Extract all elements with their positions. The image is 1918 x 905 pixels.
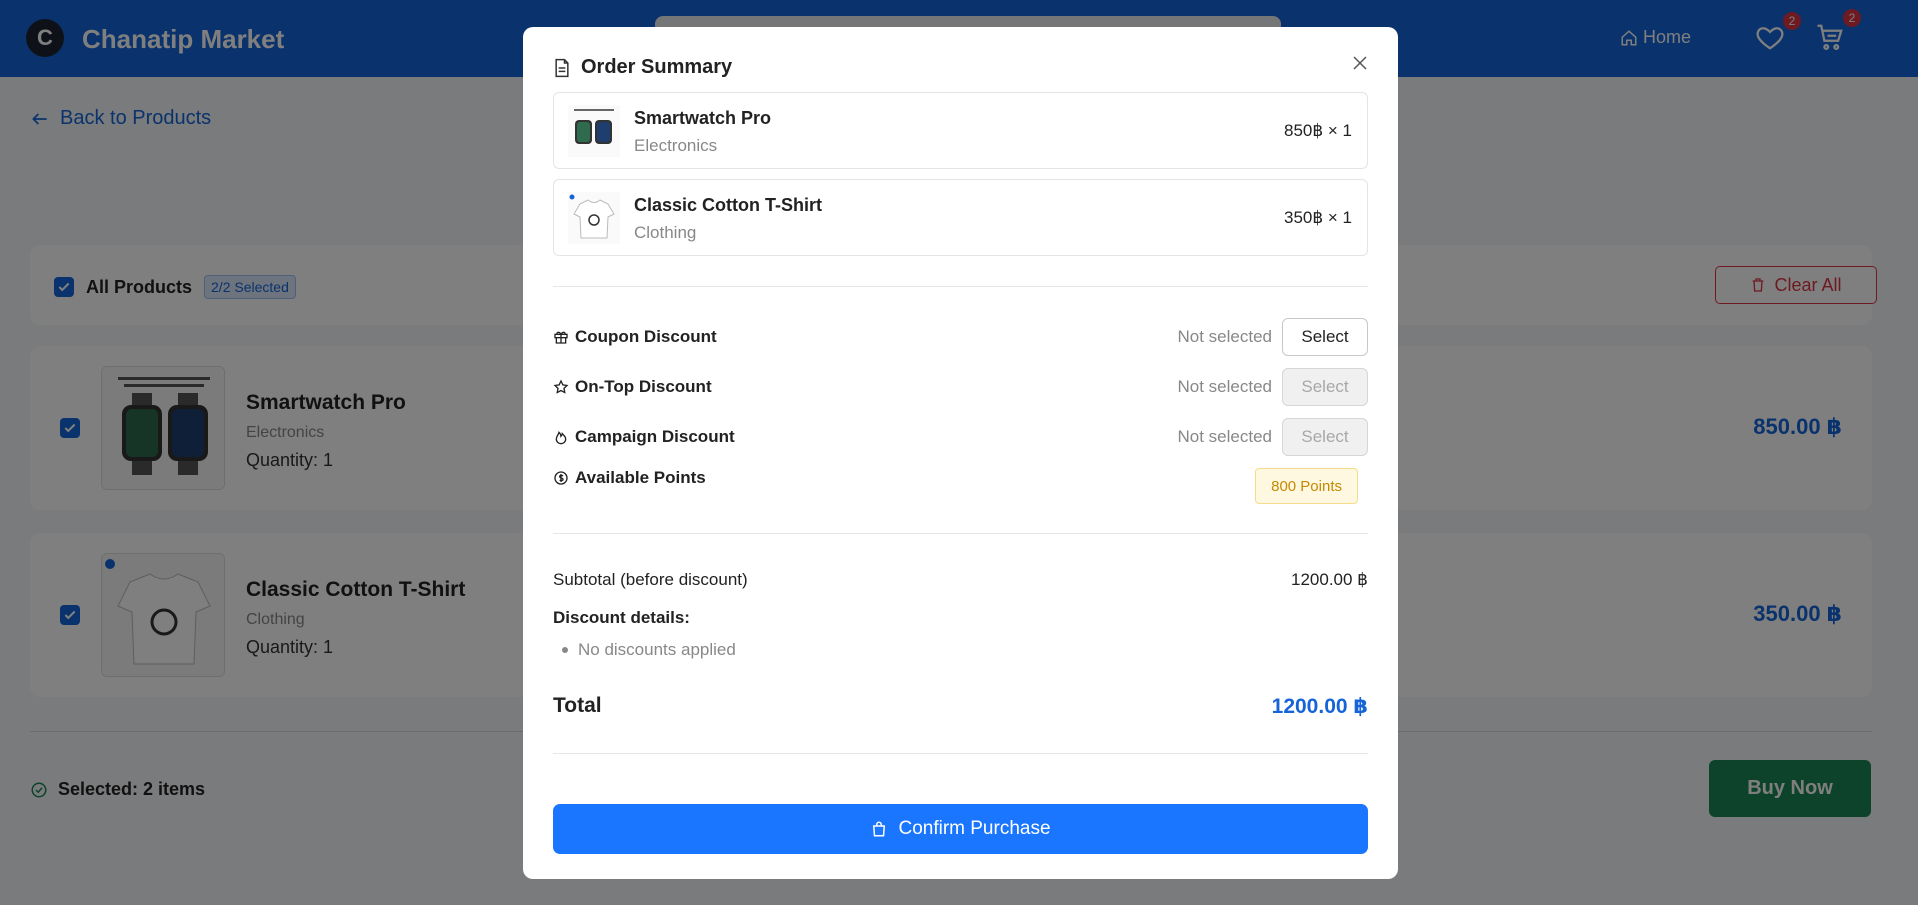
summary-item-name: Smartwatch Pro (634, 108, 772, 128)
discount-details-item: No discounts applied (562, 640, 736, 659)
modal-title-text: Order Summary (581, 56, 733, 78)
summary-item-price: 350฿ × 1 (1283, 208, 1352, 227)
summary-item-category: Clothing (634, 223, 697, 242)
campaign-discount-label: Campaign Discount (553, 427, 735, 447)
smartwatch-thumbnail (568, 105, 620, 157)
campaign-select-button[interactable]: Select (1282, 418, 1368, 456)
divider (553, 533, 1368, 534)
points-badge: 800 Points (1255, 468, 1358, 504)
coupon-discount-label: Coupon Discount (553, 327, 717, 347)
campaign-discount-row: Campaign Discount Not selected Select (553, 418, 1368, 456)
discount-details-label: Discount details: (553, 608, 690, 627)
receipt-icon (555, 58, 569, 77)
summary-item-name: Classic Cotton T-Shirt (634, 195, 823, 215)
confirm-purchase-label: Confirm Purchase (898, 818, 1051, 839)
available-points-label: Available Points (553, 468, 706, 488)
available-points-row: Available Points 800 Points (553, 468, 1368, 506)
total-value: 1200.00 ฿ (1271, 695, 1368, 718)
star-icon (553, 379, 569, 394)
coupon-discount-row: Coupon Discount Not selected Select (553, 318, 1368, 356)
coin-icon (554, 471, 568, 485)
on-top-discount-status: Not selected (1177, 377, 1273, 396)
on-top-discount-label: On-Top Discount (553, 377, 712, 397)
total-label: Total (553, 694, 602, 717)
order-summary-modal: Order Summary Smartwatch Pro Electronics… (523, 27, 1398, 879)
summary-item: Smartwatch Pro Electronics 850฿ × 1 (553, 92, 1368, 169)
campaign-discount-status: Not selected (1177, 427, 1273, 446)
flame-icon (555, 431, 567, 445)
divider (553, 286, 1368, 287)
summary-item-category: Electronics (634, 136, 718, 155)
summary-item-price: 850฿ × 1 (1283, 121, 1352, 140)
on-top-select-button[interactable]: Select (1282, 368, 1368, 406)
shopping-bag-icon (873, 821, 886, 837)
on-top-discount-row: On-Top Discount Not selected Select (553, 368, 1368, 406)
subtotal-value: 1200.00 ฿ (1291, 570, 1368, 589)
divider (553, 753, 1368, 754)
close-icon (1353, 56, 1367, 70)
gift-icon (554, 331, 568, 344)
close-button[interactable] (1348, 51, 1372, 75)
confirm-purchase-button[interactable]: Confirm Purchase (553, 804, 1368, 854)
summary-item: Classic Cotton T-Shirt Clothing 350฿ × 1 (553, 179, 1368, 256)
modal-title: Order Summary (553, 56, 732, 79)
coupon-discount-status: Not selected (1177, 327, 1273, 346)
coupon-select-button[interactable]: Select (1282, 318, 1368, 356)
tshirt-thumbnail (568, 192, 620, 244)
subtotal-label: Subtotal (before discount) (553, 570, 748, 589)
